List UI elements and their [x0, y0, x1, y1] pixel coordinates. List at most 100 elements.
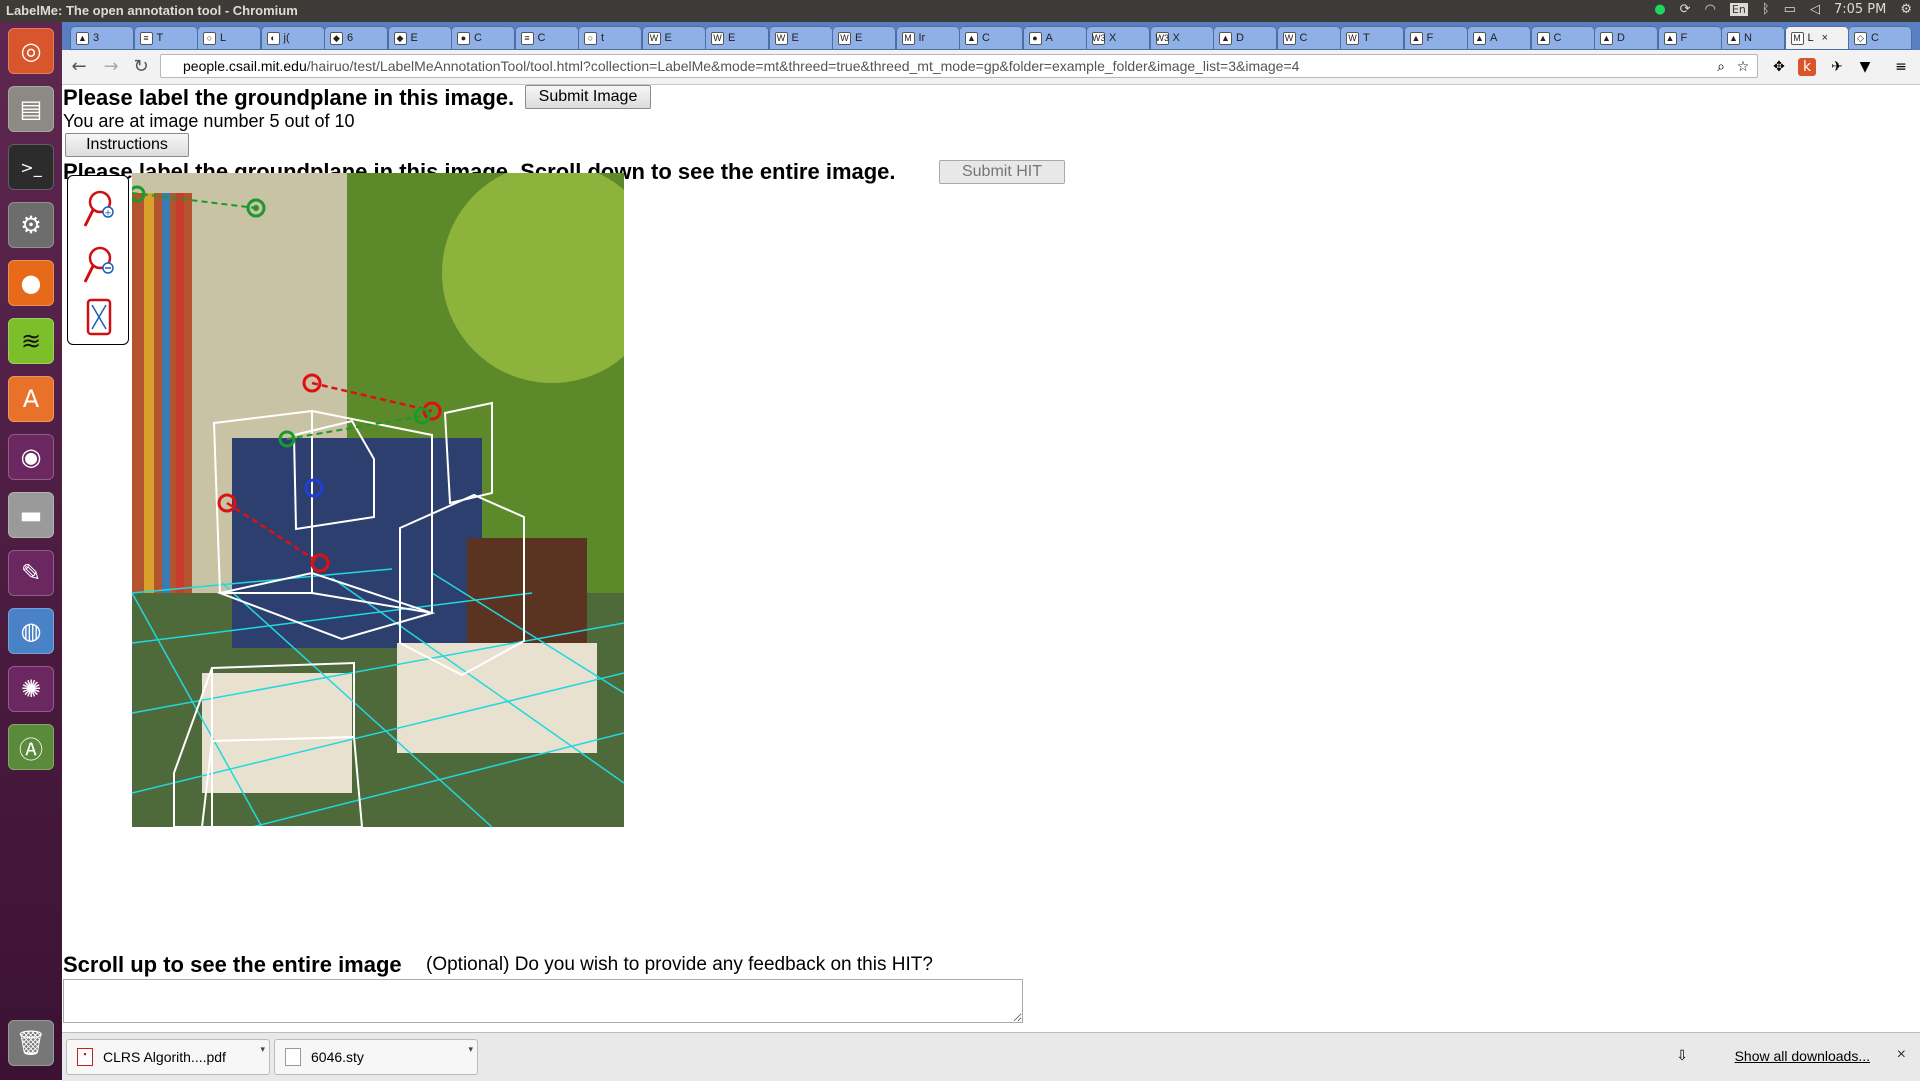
tab-label: E — [664, 32, 672, 44]
spotify-icon[interactable]: ≋ — [8, 318, 54, 364]
pocket-icon[interactable]: ▼ — [1856, 58, 1874, 76]
browser-tab[interactable]: WE — [641, 26, 706, 50]
spotify-tray-icon[interactable]: ● — [1654, 2, 1665, 17]
extension-icon[interactable]: ✥ — [1770, 58, 1788, 76]
chevron-down-icon[interactable]: ▾ — [468, 1044, 473, 1055]
tab-favicon-icon: ▲ — [1727, 31, 1740, 45]
annotated-image[interactable] — [132, 173, 624, 827]
browser-tab[interactable]: WE — [768, 26, 833, 50]
browser-tab[interactable]: ▲ C — [959, 26, 1023, 50]
tab-label: t — [601, 32, 605, 44]
download-item-pdf[interactable]: ▪ CLRS Algorith....pdf ▾ — [66, 1039, 270, 1075]
browser-tab[interactable]: W3 X — [1086, 26, 1150, 50]
chevron-down-icon[interactable]: ▾ — [260, 1044, 265, 1055]
tab-favicon-icon: ◆ — [330, 31, 343, 45]
wifi-icon[interactable]: ◠ — [1705, 2, 1716, 17]
browser-tab[interactable]: ▲ C — [1530, 26, 1595, 50]
url-path: /hairuo/test/LabelMeAnnotationTool/tool.… — [306, 58, 1300, 74]
browser-toolbar: ← → ↻ people.csail.mit.edu/hairuo/test/L… — [62, 50, 1920, 85]
browser-tab[interactable]: ● A — [1022, 26, 1087, 50]
browser-tab[interactable]: WE — [705, 26, 769, 50]
browser-tab[interactable]: ≡ C — [514, 26, 579, 50]
browser-tab[interactable]: ▲ D — [1594, 26, 1658, 50]
back-button[interactable]: ← — [68, 56, 90, 78]
gear-icon[interactable]: ⚙ — [1900, 2, 1912, 17]
tab-label: 3 — [93, 32, 100, 44]
files-icon[interactable]: ▤ — [8, 86, 54, 132]
tab-label: X — [1109, 32, 1117, 44]
tab-label: X — [1172, 32, 1180, 44]
instructions-button[interactable]: Instructions — [65, 133, 189, 157]
browser-tab[interactable]: ◆ E — [387, 26, 452, 50]
image-progress: You are at image number 5 out of 10 — [63, 111, 355, 131]
browser-tab[interactable]: ○ L — [197, 26, 261, 50]
tab-label: C — [1871, 32, 1879, 44]
fit-image-icon[interactable] — [82, 296, 116, 338]
tab-label: D — [1617, 32, 1625, 44]
tab-label: Ir — [918, 32, 926, 44]
browser-tab[interactable]: WE — [832, 26, 896, 50]
feedback-textarea[interactable] — [63, 979, 1023, 1023]
clock[interactable]: 7:05 PM — [1834, 2, 1886, 17]
firefox-icon[interactable]: ● — [8, 260, 54, 306]
download-item-sty[interactable]: 6046.sty ▾ — [274, 1039, 478, 1075]
trash-icon[interactable]: 🗑 — [8, 1020, 54, 1066]
battery-icon[interactable]: ▭ — [1784, 2, 1796, 17]
extension-icon[interactable]: ✈ — [1828, 58, 1846, 76]
zoom-icon[interactable]: ⌕ — [1712, 58, 1730, 76]
submit-hit-button[interactable]: Submit HIT — [939, 160, 1065, 184]
annotation-canvas[interactable] — [132, 173, 624, 827]
text-editor-icon[interactable]: ✎ — [8, 550, 54, 596]
bluetooth-icon[interactable]: ᛒ — [1762, 2, 1770, 17]
browser-tab[interactable]: ● C — [451, 26, 515, 50]
system-settings-icon[interactable]: ⚙ — [8, 202, 54, 248]
address-bar[interactable]: people.csail.mit.edu/hairuo/test/LabelMe… — [160, 54, 1758, 78]
menu-icon[interactable]: ≡ — [1892, 58, 1910, 76]
browser-tab[interactable]: M L × — [1784, 26, 1849, 50]
browser-tab[interactable]: ▲ 3 — [70, 26, 134, 50]
submit-image-button[interactable]: Submit Image — [525, 85, 651, 109]
terminal-icon[interactable]: >_ — [8, 144, 54, 190]
browser-tab[interactable]: ▲ A — [1467, 26, 1531, 50]
bookmark-star-icon[interactable]: ☆ — [1734, 58, 1752, 76]
reload-button[interactable]: ↻ — [130, 56, 152, 78]
forward-button[interactable]: → — [100, 56, 122, 78]
browser-tab[interactable]: WC — [1276, 26, 1341, 50]
unity-tweak-icon[interactable]: ◉ — [8, 434, 54, 480]
keyboard-layout[interactable]: En — [1729, 3, 1748, 16]
browser-tab[interactable]: ≡ T — [133, 26, 198, 50]
browser-tab[interactable]: W3 X — [1149, 26, 1214, 50]
ubuntu-dash-icon[interactable]: ◎ — [8, 28, 54, 74]
browser-tab[interactable]: ▲ D — [1213, 26, 1277, 50]
browser-tab[interactable]: ◆ 6 — [324, 26, 388, 50]
tab-label: E — [855, 32, 863, 44]
zoom-out-icon[interactable] — [82, 244, 116, 286]
show-all-downloads-link[interactable]: Show all downloads... — [1735, 1048, 1870, 1064]
browser-tab[interactable]: ◇ C — [1848, 26, 1912, 50]
tab-label: F — [1426, 32, 1434, 44]
chair-left — [202, 673, 352, 793]
tab-close-icon[interactable]: × — [1822, 32, 1828, 44]
system-tray: ● ⟳ ◠ En ᛒ ▭ ◁ 7:05 PM ⚙ — [1654, 2, 1912, 17]
gimp-icon[interactable]: ✺ — [8, 666, 54, 712]
keypoint-green-dot — [253, 205, 259, 211]
browser-tab[interactable]: ▲ F — [1657, 26, 1722, 50]
k-extension-icon[interactable]: k — [1798, 58, 1816, 76]
close-icon[interactable]: × — [1897, 1046, 1906, 1064]
browser-tab[interactable]: WT — [1340, 26, 1404, 50]
browser-tab[interactable]: ○ t — [578, 26, 642, 50]
zoom-in-icon[interactable]: + — [82, 188, 116, 230]
software-center-icon[interactable]: A — [8, 376, 54, 422]
browser-tab[interactable]: ▲ F — [1403, 26, 1468, 50]
browser-tab[interactable]: M Ir — [895, 26, 960, 50]
tab-favicon-icon: ◇ — [1854, 31, 1867, 45]
browser-tab[interactable]: ▲ N — [1721, 26, 1785, 50]
disk-icon[interactable]: ▬ — [8, 492, 54, 538]
volume-icon[interactable]: ◁ — [1810, 2, 1820, 17]
software-updater-icon[interactable]: Ⓐ — [8, 724, 54, 770]
sync-icon[interactable]: ⟳ — [1680, 2, 1691, 17]
download-arrow-icon: ⇩ — [1676, 1047, 1688, 1063]
chromium-icon[interactable]: ◍ — [8, 608, 54, 654]
tab-label: E — [410, 32, 418, 44]
browser-tab[interactable]: ◐ j( — [260, 26, 325, 50]
